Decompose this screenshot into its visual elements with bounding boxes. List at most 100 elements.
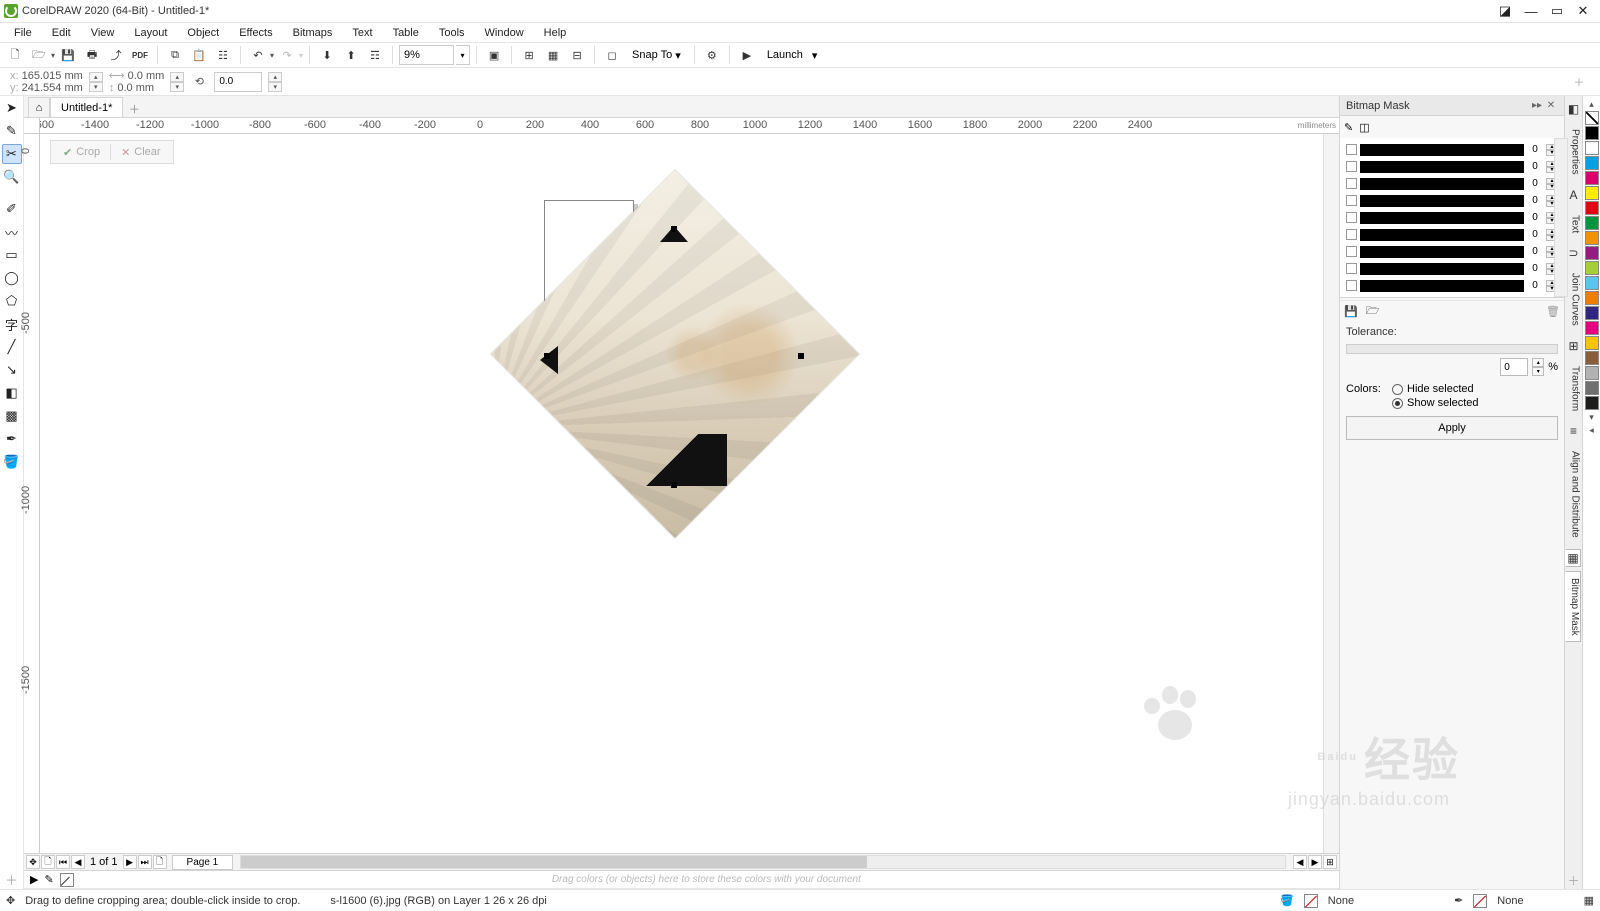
menu-edit[interactable]: Edit: [42, 25, 81, 41]
color-swatch[interactable]: [1585, 291, 1599, 305]
pick-tool-icon[interactable]: ➤: [2, 98, 22, 118]
print-icon[interactable]: 🖶: [81, 44, 103, 66]
launch-icon[interactable]: ▶: [736, 44, 758, 66]
text-tool-icon[interactable]: 字: [2, 314, 22, 334]
menu-bitmaps[interactable]: Bitmaps: [283, 25, 343, 41]
color-swatch[interactable]: [1585, 186, 1599, 200]
crop-apply-button[interactable]: ✔Crop: [55, 144, 108, 161]
selection-handle[interactable]: [671, 226, 677, 232]
add-tab-button[interactable]: ＋: [125, 101, 143, 117]
mask-checkbox[interactable]: [1346, 144, 1357, 155]
mask-checkbox[interactable]: [1346, 246, 1357, 257]
publish-icon[interactable]: ☶: [364, 44, 386, 66]
position-stepper[interactable]: ▴▾: [89, 72, 103, 92]
tolerance-slider[interactable]: [1346, 344, 1558, 354]
color-swatch[interactable]: [1585, 366, 1599, 380]
snap-to-dropdown[interactable]: Snap To ▾: [625, 45, 688, 65]
shape-tool-icon[interactable]: ✎: [2, 121, 22, 141]
launch-caret-icon[interactable]: ▾: [812, 49, 818, 62]
show-grid-icon[interactable]: ▦: [542, 44, 564, 66]
drop-shadow-icon[interactable]: ◧: [2, 383, 22, 403]
mask-color-bar[interactable]: [1360, 195, 1524, 207]
mask-row[interactable]: 0▴▾: [1346, 227, 1558, 242]
palette-prev-icon[interactable]: ▶: [30, 873, 38, 886]
show-selected-radio[interactable]: [1392, 398, 1403, 409]
color-swatch[interactable]: [1585, 141, 1599, 155]
zoom-dropdown[interactable]: ▾: [456, 45, 470, 65]
mask-row[interactable]: 0▴▾: [1346, 278, 1558, 293]
page-add-icon[interactable]: 🗋: [41, 855, 55, 869]
color-swatch[interactable]: [1585, 156, 1599, 170]
outline-swatch[interactable]: [1473, 894, 1487, 908]
publish-pdf-icon[interactable]: PDF: [129, 44, 151, 66]
docker-header[interactable]: Bitmap Mask ▸▸ ✕: [1340, 96, 1564, 116]
welcome-tab[interactable]: ⌂: [28, 97, 50, 117]
hscroll-left[interactable]: ◀: [1293, 855, 1307, 869]
delete-mask-icon[interactable]: 🗑: [1546, 305, 1560, 318]
tab-align[interactable]: Align and Distribute: [1566, 444, 1582, 545]
lock-ratio-icon[interactable]: ⟲: [190, 69, 208, 95]
color-swatch[interactable]: [1585, 306, 1599, 320]
maximize-button[interactable]: ▭: [1544, 1, 1570, 21]
tolerance-stepper[interactable]: ▴▾: [1532, 358, 1544, 376]
navigator-icon[interactable]: ⊞: [1323, 855, 1337, 869]
mask-checkbox[interactable]: [1346, 161, 1357, 172]
mask-checkbox[interactable]: [1346, 263, 1357, 274]
new-doc-icon[interactable]: 🗋: [4, 44, 26, 66]
menu-file[interactable]: File: [4, 25, 42, 41]
palette-scroll-down[interactable]: ▾: [1589, 411, 1594, 423]
horizontal-scrollbar[interactable]: [240, 855, 1286, 869]
mask-row[interactable]: 0▴▾: [1346, 176, 1558, 191]
fullscreen-icon[interactable]: ▣: [483, 44, 505, 66]
quick-customize-icon[interactable]: ◪: [1492, 1, 1518, 21]
launch-dropdown[interactable]: Launch: [760, 45, 810, 65]
first-page-button[interactable]: ⏮: [56, 855, 70, 869]
artistic-media-icon[interactable]: 〰: [2, 222, 22, 242]
rotation-stepper[interactable]: ▴▾: [268, 72, 282, 92]
color-swatch[interactable]: [1585, 171, 1599, 185]
docker-close-icon[interactable]: ✕: [1544, 99, 1558, 113]
color-swatch[interactable]: [1585, 321, 1599, 335]
tab-bitmap-mask-icon[interactable]: ▦: [1565, 549, 1581, 567]
minimize-button[interactable]: —: [1518, 1, 1544, 21]
no-color-swatch[interactable]: [60, 873, 74, 887]
undo-button[interactable]: ↶▾: [247, 45, 274, 65]
mask-checkbox[interactable]: [1346, 229, 1357, 240]
save-mask-icon[interactable]: 💾: [1344, 305, 1358, 318]
mask-row[interactable]: 0▴▾: [1346, 261, 1558, 276]
quick-customize-plus-icon[interactable]: ＋: [2, 869, 22, 889]
selection-handle[interactable]: [671, 482, 677, 488]
menu-help[interactable]: Help: [534, 25, 577, 41]
last-page-button[interactable]: ⏭: [138, 855, 152, 869]
mask-color-bar[interactable]: [1360, 229, 1524, 241]
page-pan-icon[interactable]: ✥: [26, 855, 40, 869]
options-icon[interactable]: ⚙: [701, 44, 723, 66]
vertical-scrollbar[interactable]: [1323, 134, 1339, 853]
color-swatch[interactable]: [1585, 231, 1599, 245]
page-tab[interactable]: Page 1: [172, 855, 234, 870]
menu-effects[interactable]: Effects: [229, 25, 282, 41]
connector-tool-icon[interactable]: ↘: [2, 360, 22, 380]
hscroll-right[interactable]: ▶: [1308, 855, 1322, 869]
add-page-after-icon[interactable]: 🗋: [153, 855, 167, 869]
redo-button[interactable]: ↷▾: [276, 45, 303, 65]
horizontal-ruler[interactable]: -1600-1400-1200-1000-800-600-400-2000200…: [24, 118, 1339, 134]
snap-off-icon[interactable]: ◻: [601, 44, 623, 66]
parallel-dim-icon[interactable]: ╱: [2, 337, 22, 357]
color-swatch[interactable]: [1585, 216, 1599, 230]
menu-layout[interactable]: Layout: [124, 25, 177, 41]
tolerance-input[interactable]: [1500, 358, 1528, 376]
paste-special-icon[interactable]: ☷: [212, 44, 234, 66]
menu-text[interactable]: Text: [342, 25, 382, 41]
crop-clear-button[interactable]: ✕Clear: [113, 144, 169, 161]
menu-object[interactable]: Object: [177, 25, 229, 41]
tab-bitmap-mask[interactable]: Bitmap Mask: [1565, 571, 1581, 643]
fill-swatch[interactable]: [1304, 894, 1318, 908]
open-doc-button[interactable]: 🗁▾: [28, 45, 55, 65]
document-tab[interactable]: Untitled-1*: [50, 97, 123, 117]
vertical-ruler[interactable]: 0-500-1000-1500: [24, 134, 40, 853]
open-mask-icon[interactable]: 🗁: [1366, 302, 1380, 321]
selection-handle[interactable]: [798, 353, 804, 359]
color-proof-icon[interactable]: ▦: [1584, 894, 1594, 907]
zoom-tool-icon[interactable]: 🔍: [2, 167, 22, 187]
